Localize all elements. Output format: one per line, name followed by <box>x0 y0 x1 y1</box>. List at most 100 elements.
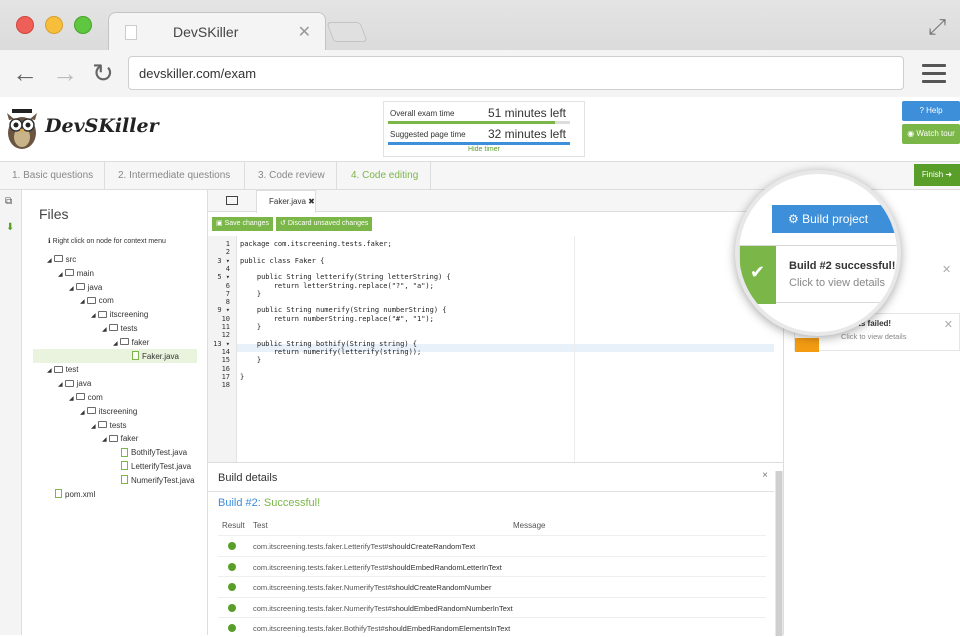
expand-arrow-icon[interactable]: ◢ <box>91 424 96 430</box>
tree-folder[interactable]: ◢ com <box>80 294 114 307</box>
test-name: com.itscreening.tests.faker.LetterifyTes… <box>253 563 502 572</box>
build-details-panel: Build details × Build #2: Successful! Re… <box>208 462 784 637</box>
close-window-button[interactable] <box>16 16 34 34</box>
code-line: } <box>240 372 245 381</box>
tree-folder[interactable]: ◢ tests <box>91 419 127 432</box>
build-success-subtitle: Click to view details <box>789 277 885 289</box>
expand-arrow-icon[interactable]: ◢ <box>80 299 85 305</box>
line-number: 1 <box>225 240 230 248</box>
build-project-button[interactable]: ⚙ Build project <box>772 205 897 233</box>
tree-file[interactable]: Faker.java <box>124 350 179 363</box>
folder-icon <box>119 338 129 346</box>
tree-node-label: java <box>76 379 92 389</box>
hide-timer-link[interactable]: Hide timer <box>384 146 584 153</box>
expand-arrow-icon[interactable]: ◢ <box>80 410 85 416</box>
folder-icon <box>64 379 74 387</box>
expand-arrow-icon[interactable]: ◢ <box>69 286 74 292</box>
expand-arrow-icon[interactable]: ◢ <box>58 272 63 278</box>
minimize-window-button[interactable] <box>45 16 63 34</box>
page-time-bar <box>388 142 570 145</box>
tree-folder[interactable]: ◢ faker <box>113 336 149 349</box>
owl-logo-icon <box>7 109 37 149</box>
expand-arrow-icon[interactable]: ◢ <box>102 327 107 333</box>
tree-folder[interactable]: ◢ tests <box>102 322 138 335</box>
browser-tab[interactable]: DevSKiller ✕ <box>108 12 326 50</box>
discard-changes-button[interactable]: ↺ Discard unsaved changes <box>276 217 373 231</box>
new-tab-button[interactable] <box>326 22 368 42</box>
expand-arrow-icon[interactable]: ◢ <box>102 437 107 443</box>
expand-arrow-icon[interactable]: ◢ <box>58 382 63 388</box>
code-line: package com.itscreening.tests.faker; <box>240 240 392 248</box>
menu-icon[interactable] <box>922 64 946 88</box>
expand-arrow-icon[interactable]: ◢ <box>47 368 52 374</box>
watch-tour-label: Watch tour <box>916 129 955 138</box>
download-icon[interactable]: ⬇ <box>6 222 14 233</box>
eye-icon: ◉ <box>907 129 915 138</box>
files-panel: Files ℹ Right click on node for context … <box>22 190 208 635</box>
scrollbar[interactable] <box>775 471 783 636</box>
tab-faker-java[interactable]: Faker.java ✖ <box>256 190 316 213</box>
editor-icon[interactable] <box>226 196 238 205</box>
folder-icon <box>108 434 118 442</box>
tree-folder[interactable]: ◢ src <box>47 253 76 266</box>
tree-node-label: itscreening <box>109 310 149 320</box>
tree-folder[interactable]: ◢ main <box>58 267 94 280</box>
tree-node-label: test <box>65 365 79 375</box>
tree-folder[interactable]: ◢ itscreening <box>91 308 148 321</box>
tree-file[interactable]: pom.xml <box>47 488 95 501</box>
tree-node-label: itscreening <box>98 406 138 416</box>
tab-close-icon[interactable]: ✕ <box>298 22 311 42</box>
step-code-editing[interactable]: 4. Code editing <box>351 162 418 190</box>
tree-file[interactable]: BothifyTest.java <box>113 446 187 459</box>
tree-file[interactable]: LetterifyTest.java <box>113 460 191 473</box>
reload-icon[interactable]: ↻ <box>92 60 114 86</box>
tree-folder[interactable]: ◢ com <box>69 391 103 404</box>
help-button[interactable]: ? Help <box>902 101 960 121</box>
file-icon <box>55 488 62 498</box>
fullscreen-icon[interactable]: ⤢ <box>928 14 946 40</box>
column-message: Message <box>513 521 546 530</box>
expand-arrow-icon[interactable]: ◢ <box>47 258 52 264</box>
test-method: shouldEmbedRandomLetterInText <box>388 562 502 572</box>
tree-node-label: faker <box>120 434 139 444</box>
folder-icon <box>53 365 63 373</box>
close-icon[interactable]: × <box>762 470 768 481</box>
tree-file[interactable]: NumerifyTest.java <box>113 474 195 487</box>
browser-chrome: DevSKiller ✕ ⤢ ← → ↻ devskiller.com/exam <box>0 0 960 97</box>
finish-button[interactable]: Finish ➜ <box>914 164 960 186</box>
table-row: com.itscreening.tests.faker.NumerifyTest… <box>218 596 766 617</box>
code-line: return letterString.replace("?", "a"); <box>240 281 434 290</box>
maximize-window-button[interactable] <box>74 16 92 34</box>
watch-tour-button[interactable]: ◉ Watch tour <box>902 124 960 144</box>
tree-folder[interactable]: ◢ java <box>69 281 102 294</box>
test-class: com.itscreening.tests.faker.LetterifyTes… <box>253 542 389 551</box>
expand-arrow-icon[interactable]: ◢ <box>91 313 96 319</box>
table-row: com.itscreening.tests.faker.BothifyTest#… <box>218 617 766 637</box>
notification-close-icon[interactable]: ✕ <box>944 318 953 331</box>
build-details-title: Build details <box>218 472 278 484</box>
address-bar[interactable]: devskiller.com/exam <box>128 56 904 90</box>
step-intermediate-questions[interactable]: 2. Intermediate questions <box>118 162 230 190</box>
tree-folder[interactable]: ◢ faker <box>102 432 138 445</box>
files-icon[interactable]: ⧉ <box>5 196 12 207</box>
success-check-icon <box>228 603 236 612</box>
test-method: shouldCreateRandomText <box>388 542 476 551</box>
overall-time-value: 51 minutes left <box>487 106 566 120</box>
line-number: 3 ▾ <box>217 256 230 265</box>
forward-icon[interactable]: → <box>52 60 78 86</box>
tree-folder[interactable]: ◢ itscreening <box>80 405 137 418</box>
page-icon <box>125 25 137 40</box>
build-success-notification[interactable]: ✔ Build #2 successful! Click to view det… <box>739 245 897 304</box>
step-basic-questions[interactable]: 1. Basic questions <box>12 162 93 190</box>
expand-arrow-icon[interactable]: ◢ <box>69 396 74 402</box>
tree-folder[interactable]: ◢ java <box>58 377 91 390</box>
back-icon[interactable]: ← <box>12 60 38 86</box>
folder-icon <box>53 255 63 263</box>
tree-folder[interactable]: ◢ test <box>47 363 79 376</box>
step-code-review[interactable]: 3. Code review <box>258 162 325 190</box>
notification-close-icon[interactable]: ✕ <box>942 263 951 276</box>
expand-arrow-icon[interactable]: ◢ <box>113 341 118 347</box>
magnifier: ⚙ Build project ✔ Build #2 successful! C… <box>735 170 901 336</box>
save-changes-button[interactable]: ▣ Save changes <box>212 217 273 231</box>
test-method: shouldCreateRandomNumber <box>391 583 492 592</box>
